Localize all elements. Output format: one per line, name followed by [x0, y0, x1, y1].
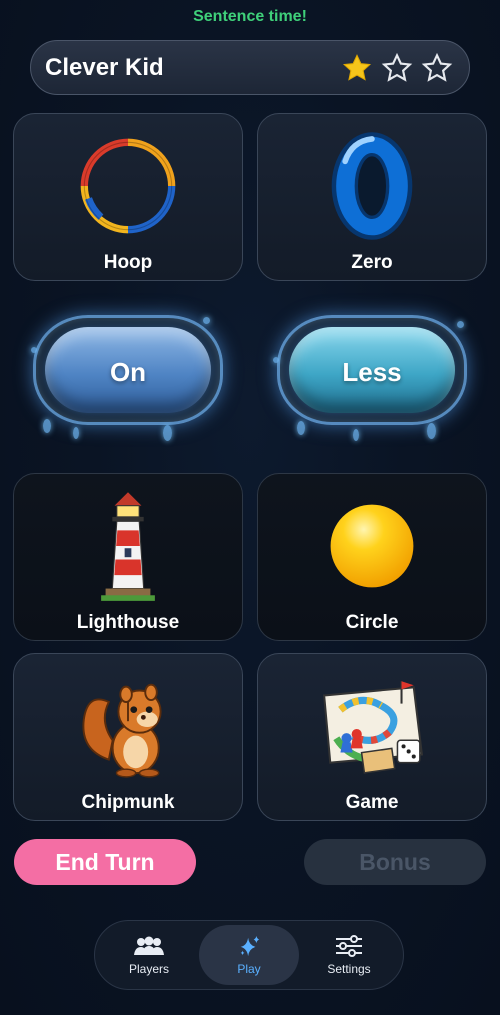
bottom-tab-bar: Players Play Settings	[94, 920, 404, 990]
word-card-hoop[interactable]: Hoop	[13, 113, 243, 281]
word-bubble-on[interactable]: On	[13, 287, 243, 457]
hoop-icon	[76, 126, 180, 246]
card-label: Chipmunk	[81, 792, 175, 813]
card-label: Circle	[345, 612, 399, 633]
players-icon	[134, 936, 164, 955]
word-card-chipmunk[interactable]: Chipmunk	[13, 653, 243, 821]
word-card-zero[interactable]: Zero	[257, 113, 487, 281]
bubble-label: Less	[342, 356, 402, 387]
chipmunk-icon	[80, 666, 176, 786]
tab-label: Play	[237, 962, 261, 976]
word-card-game[interactable]: Game	[257, 653, 487, 821]
player-name: Clever Kid	[45, 53, 164, 81]
sliders-icon	[336, 935, 362, 957]
board-game-icon	[316, 666, 428, 786]
status-text: Sentence time!	[193, 8, 307, 25]
word-bubble-less[interactable]: Less	[257, 287, 487, 457]
circle-icon	[326, 486, 418, 606]
bonus-button[interactable]: Bonus	[304, 839, 486, 885]
star-rating	[341, 52, 453, 84]
card-label: Lighthouse	[76, 612, 180, 633]
tab-label: Settings	[327, 962, 371, 976]
sparkle-icon	[240, 935, 260, 957]
tab-settings[interactable]: Settings	[299, 925, 399, 985]
star-filled-icon	[342, 53, 372, 81]
tab-players[interactable]: Players	[99, 925, 199, 985]
zero-icon	[327, 126, 417, 246]
bubble-label: On	[109, 356, 147, 387]
card-label: Game	[345, 792, 399, 813]
lighthouse-icon	[93, 486, 163, 606]
card-label: Hoop	[103, 252, 153, 273]
card-label: Zero	[351, 252, 393, 273]
tab-label: Players	[128, 962, 169, 976]
word-card-circle[interactable]: Circle	[257, 473, 487, 641]
player-name-bar: Clever Kid	[30, 40, 470, 95]
end-turn-button[interactable]: End Turn	[14, 839, 196, 885]
star-empty-icon	[381, 52, 413, 82]
word-card-lighthouse[interactable]: Lighthouse	[13, 473, 243, 641]
star-empty-icon	[421, 52, 453, 82]
tab-play[interactable]: Play	[199, 925, 299, 985]
